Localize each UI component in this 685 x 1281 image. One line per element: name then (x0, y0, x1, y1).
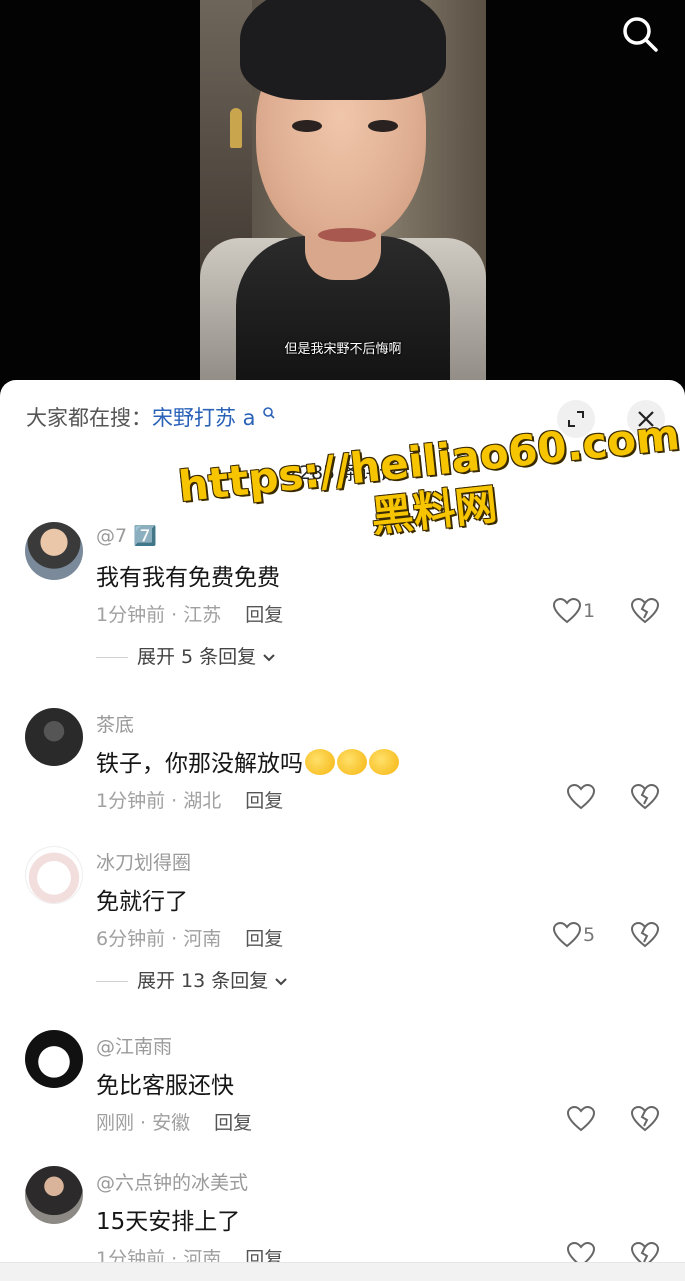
comment-text-content: 铁子，你那没解放吗 (96, 751, 303, 777)
comment-time: 刚刚 (96, 1112, 135, 1134)
avatar[interactable] (25, 708, 83, 766)
dislike-button[interactable] (630, 783, 660, 814)
dislike-button[interactable] (630, 921, 660, 952)
video-frame[interactable]: 但是我宋野不后悔啊 (200, 0, 486, 384)
clapping-emoji-icon (369, 749, 399, 775)
meta-separator: · (165, 928, 184, 950)
search-hint-prefix: 大家都在搜： (26, 406, 152, 430)
comment-username[interactable]: @江南雨 (96, 1032, 172, 1059)
divider-line (96, 657, 128, 658)
close-panel-button[interactable] (627, 400, 665, 438)
dislike-button[interactable] (630, 1105, 660, 1136)
heart-icon (567, 784, 595, 810)
expand-replies-button[interactable]: 展开 5 条回复 (96, 642, 276, 669)
reply-button[interactable]: 回复 (214, 1112, 252, 1134)
comment-meta: 6分钟前 · 河南 回复 (96, 924, 283, 951)
comment-location: 湖北 (183, 790, 222, 812)
broken-heart-icon (630, 1105, 660, 1132)
reply-button[interactable]: 回复 (245, 928, 283, 950)
comment-location: 安徽 (152, 1112, 191, 1134)
comment-count-title: 2285 条评论 (286, 462, 399, 484)
comment-input-bar[interactable] (0, 1262, 685, 1281)
comment-username[interactable]: 冰刀划得圈 (96, 848, 191, 875)
heart-icon (567, 1106, 595, 1132)
mouth (318, 228, 376, 242)
search-keyword[interactable]: 宋野打苏 a (152, 406, 256, 430)
comment-username[interactable]: 茶底 (96, 710, 134, 737)
clapping-emoji-icon (305, 749, 335, 775)
comment-text: 我有我有免费免费 (96, 565, 280, 591)
comment-time: 1分钟前 (96, 604, 166, 626)
comment-time: 6分钟前 (96, 928, 166, 950)
left-eye (292, 120, 322, 132)
reply-button[interactable]: 回复 (245, 604, 283, 626)
comment-meta: 1分钟前 · 湖北 回复 (96, 786, 283, 813)
video-player[interactable]: 但是我宋野不后悔啊 (0, 0, 685, 400)
comment-item: @六点钟的冰美式 15天安排上了 1分钟前 · 河南 回复 (0, 1166, 685, 1276)
bottle (230, 108, 242, 148)
chevron-down-icon (263, 654, 275, 662)
clapping-emoji-icon (337, 749, 367, 775)
like-count: 5 (583, 924, 596, 946)
comment-text: 免比客服还快 (96, 1073, 234, 1099)
small-search-icon (263, 407, 275, 419)
comment-location: 江苏 (183, 604, 222, 626)
comment-meta: 刚刚 · 安徽 回复 (96, 1108, 252, 1135)
trending-search[interactable]: 大家都在搜：宋野打苏 a (26, 402, 276, 432)
broken-heart-icon (630, 783, 660, 810)
chevron-down-icon (275, 978, 288, 986)
comment-item: 冰刀划得圈 免就行了 6分钟前 · 河南 回复 5 展开 13 条回复 (0, 846, 685, 996)
comment-text: 免就行了 (96, 889, 188, 915)
comment-panel: 大家都在搜：宋野打苏 a 2285 条评论 @7 7️⃣ 我有我有免费免费 1分… (0, 380, 685, 1280)
search-icon (623, 17, 658, 52)
like-button[interactable]: 5 (553, 922, 595, 948)
comment-username[interactable]: @六点钟的冰美式 (96, 1168, 248, 1195)
broken-heart-icon (630, 921, 660, 948)
like-button[interactable] (567, 1106, 595, 1132)
like-button[interactable]: 1 (553, 598, 595, 624)
expand-replies-label: 展开 13 条回复 (137, 970, 269, 992)
avatar[interactable] (25, 1030, 83, 1088)
avatar[interactable] (25, 846, 83, 904)
reply-button[interactable]: 回复 (245, 790, 283, 812)
meta-separator: · (134, 1112, 153, 1134)
like-count: 1 (583, 600, 596, 622)
expand-panel-button[interactable] (557, 400, 595, 438)
avatar[interactable] (25, 522, 83, 580)
comment-text: 铁子，你那没解放吗 (96, 744, 399, 778)
right-eye (368, 120, 398, 132)
broken-heart-icon (630, 597, 660, 624)
avatar[interactable] (25, 1166, 83, 1224)
heart-icon (553, 598, 581, 624)
comment-text: 15天安排上了 (96, 1209, 241, 1235)
comment-meta: 1分钟前 · 江苏 回复 (96, 600, 283, 627)
expand-replies-button[interactable]: 展开 13 条回复 (96, 966, 288, 993)
dislike-button[interactable] (630, 597, 660, 628)
expand-replies-label: 展开 5 条回复 (137, 646, 257, 668)
expand-icon (568, 411, 584, 427)
comment-username[interactable]: @7 7️⃣ (96, 524, 157, 547)
meta-separator: · (165, 790, 184, 812)
close-icon (638, 411, 654, 427)
comment-item: 茶底 铁子，你那没解放吗 1分钟前 · 湖北 回复 (0, 708, 685, 818)
comment-item: @7 7️⃣ 我有我有免费免费 1分钟前 · 江苏 回复 1 展开 5 条回复 (0, 522, 685, 672)
comment-time: 1分钟前 (96, 790, 166, 812)
like-button[interactable] (567, 784, 595, 810)
divider-line (96, 981, 128, 982)
hair (240, 0, 446, 100)
video-subtitle: 但是我宋野不后悔啊 (284, 342, 402, 357)
search-button[interactable] (618, 12, 662, 56)
comment-item: @江南雨 免比客服还快 刚刚 · 安徽 回复 (0, 1030, 685, 1140)
meta-separator: · (165, 604, 184, 626)
heart-icon (553, 922, 581, 948)
comment-location: 河南 (183, 928, 222, 950)
